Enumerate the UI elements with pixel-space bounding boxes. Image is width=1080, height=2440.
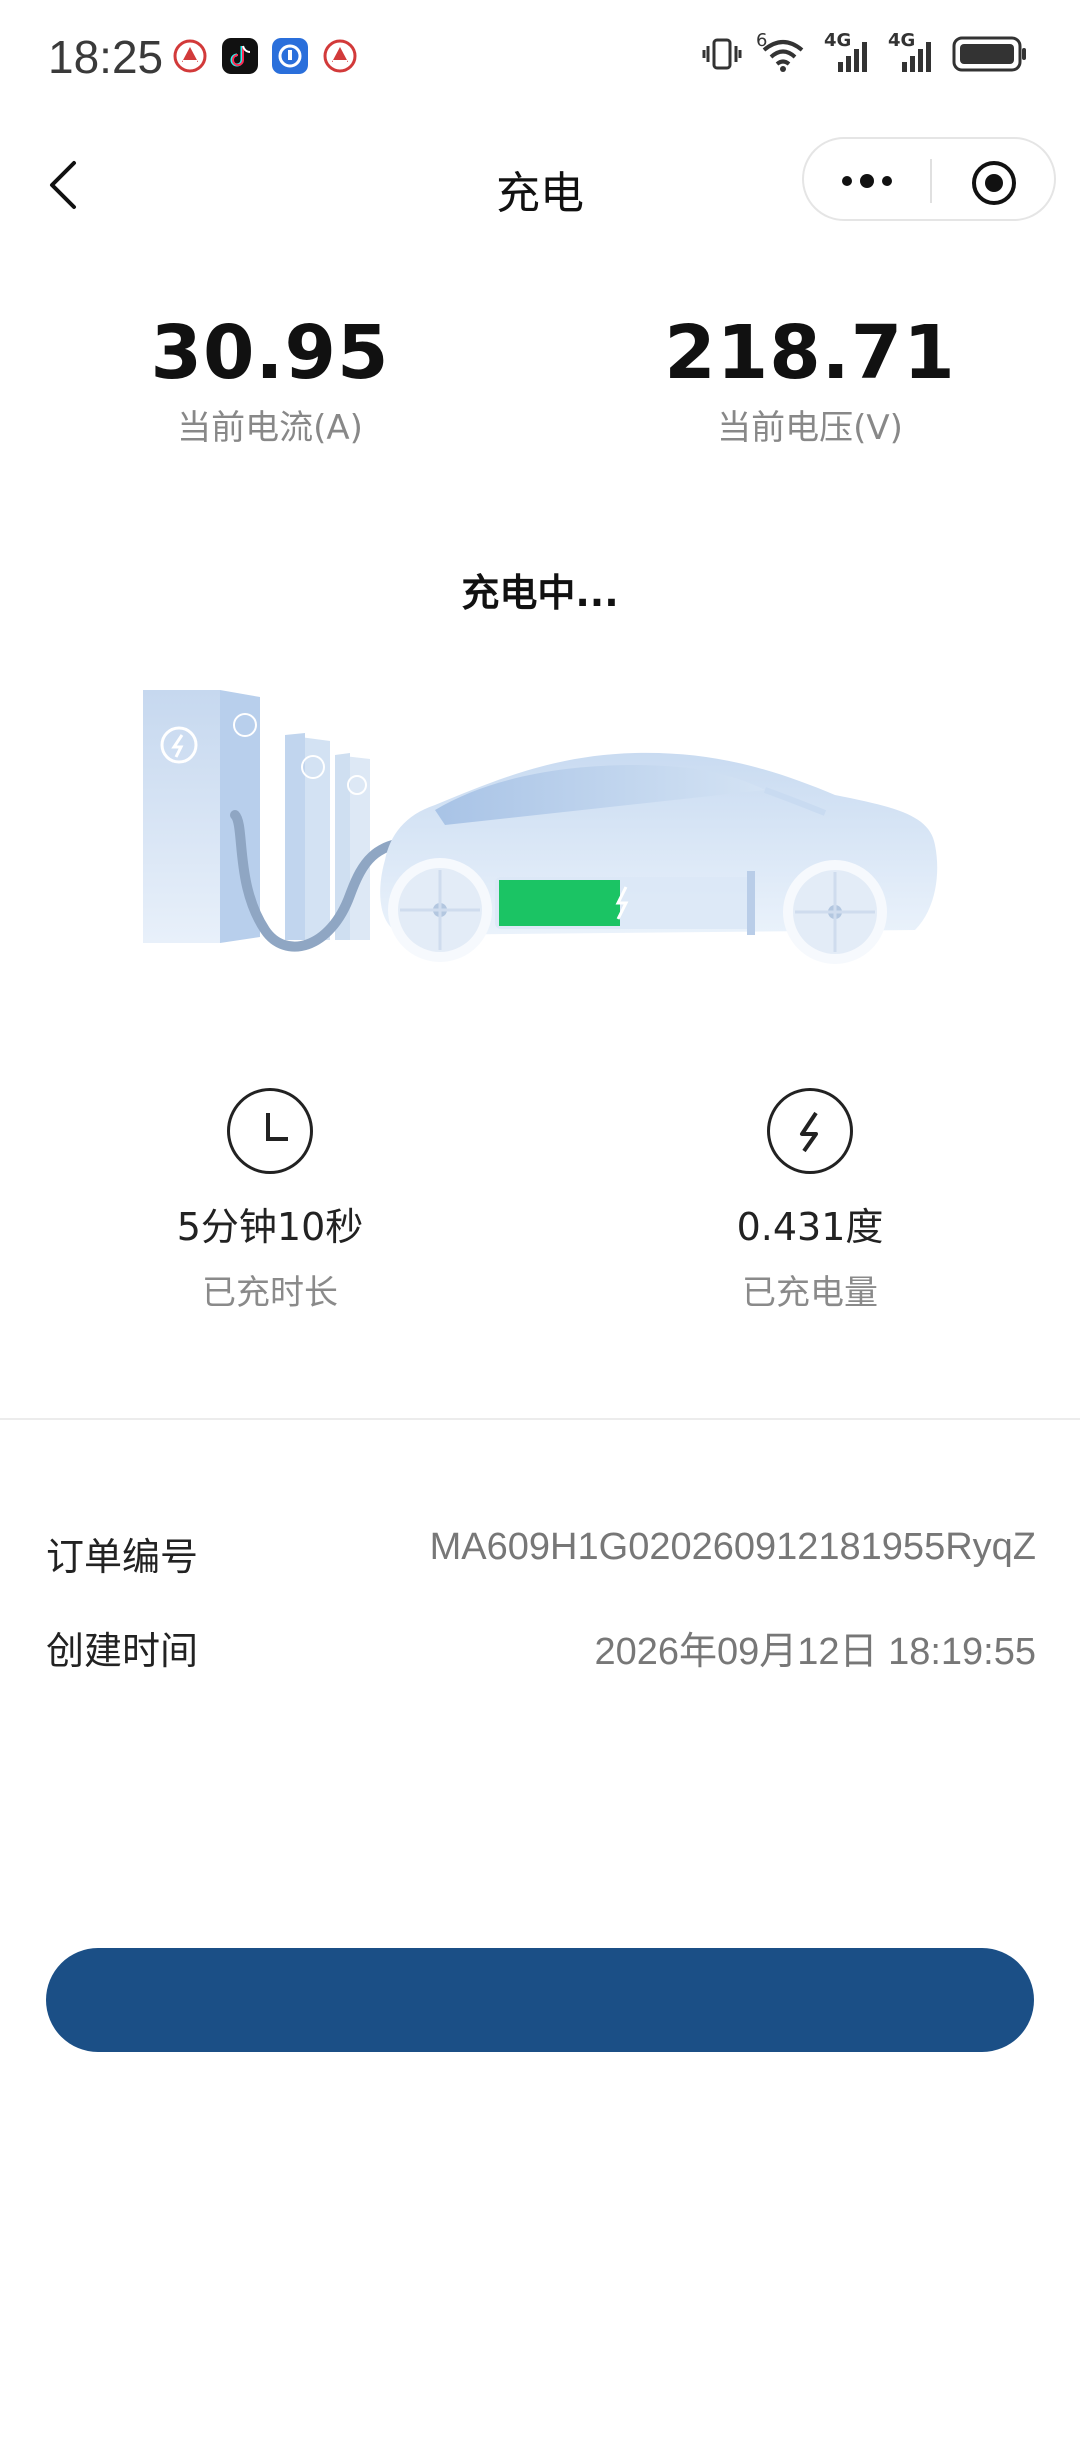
section-divider [0,1418,1080,1420]
battery-fill [499,880,620,926]
nav-bar: 充电 [0,135,1080,235]
duration-item: 5分钟10秒 已充时长 [120,1088,420,1314]
battery-icon [495,871,755,935]
status-bar: 18:25 6 4G 4G [0,0,1080,120]
blue-app-icon [272,38,308,74]
energy-value: 0.431度 [736,1205,884,1249]
clock-icon [227,1088,313,1174]
status-app-icons [172,38,358,74]
vibrate-icon [702,38,742,70]
mini-program-capsule [802,137,1056,221]
energy-label: 已充电量 [742,1273,878,1313]
status-indicators: 6 4G 4G [702,30,1028,74]
car-icon [380,752,938,964]
wifi-icon: 6 [756,30,810,74]
network-label-1: 4G [824,30,852,51]
wifi-label: 6 [756,30,768,51]
app-notification-icon [323,39,357,73]
duration-value: 5分钟10秒 [176,1205,364,1249]
voltage-stat: 218.71 当前电压(V) [610,310,1010,449]
close-button[interactable] [970,159,1018,207]
cell-signal-icon-1: 4G [824,30,874,74]
car-charging-illustration [143,690,938,964]
created-time-label: 创建时间 [46,1629,199,1673]
network-label-2: 4G [888,30,916,51]
voltage-value: 218.71 [664,310,956,396]
current-label: 当前电流(A) [177,408,363,448]
lightning-icon [767,1088,853,1174]
voltage-label: 当前电压(V) [717,408,903,448]
order-number-row: 订单编号 MA609H1G020260912181955RyqZ [46,1526,1036,1586]
energy-item: 0.431度 已充电量 [660,1088,960,1314]
charging-status: 充电中... [461,571,619,615]
more-button[interactable] [834,161,900,201]
more-dots-icon [842,174,892,188]
stop-charging-button[interactable] [46,1948,1034,2052]
battery-status-icon [952,36,1026,72]
capsule-divider [930,159,932,203]
order-number-value: MA609H1G020260912181955RyqZ [429,1526,1036,1568]
target-circle-icon [972,161,1016,205]
current-value: 30.95 [150,310,390,396]
current-stat: 30.95 当前电流(A) [70,310,470,449]
app-notification-icon [173,39,207,73]
duration-label: 已充时长 [202,1273,338,1313]
order-number-label: 订单编号 [46,1535,199,1579]
cell-signal-icon-2: 4G [888,30,938,74]
created-time-value: 2026年09月12日 18:19:55 [594,1631,1036,1673]
created-time-row: 创建时间 2026年09月12日 18:19:55 [46,1620,1036,1680]
status-time: 18:25 [48,31,164,83]
tiktok-icon [222,38,258,74]
